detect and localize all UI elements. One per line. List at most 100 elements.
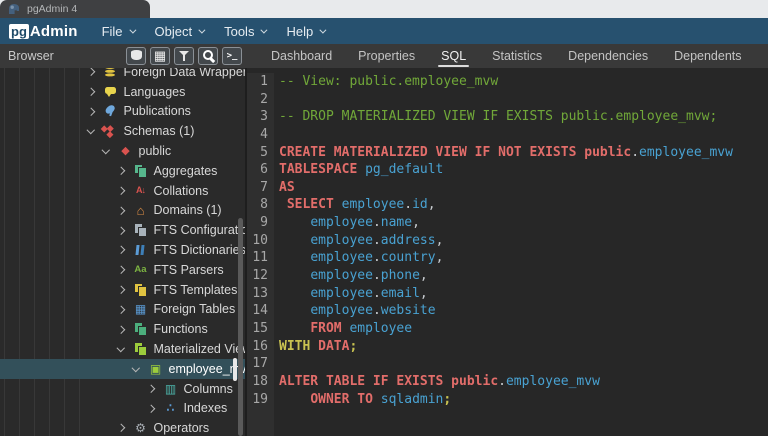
functions-icon <box>133 322 149 336</box>
chevron-right-icon[interactable] <box>117 266 125 274</box>
sql-editor[interactable]: 12345678910111213141516171819 -- View: p… <box>245 68 768 436</box>
filter-button[interactable] <box>174 47 194 65</box>
line-number: 18 <box>247 373 268 391</box>
tree-item-indexes[interactable]: Indexes <box>0 399 245 419</box>
tree-item-schemas-1[interactable]: Schemas (1) <box>0 121 245 141</box>
code-line: employee.country, <box>279 249 768 267</box>
chevron-right-icon[interactable] <box>117 167 125 175</box>
code-line: CREATE MATERIALIZED VIEW IF NOT EXISTS p… <box>279 144 768 162</box>
tree-item-operators[interactable]: Operators <box>0 418 245 436</box>
tree-item-label: public <box>139 144 172 158</box>
filter-icon <box>179 51 190 62</box>
line-number: 10 <box>247 232 268 250</box>
chevron-right-icon[interactable] <box>147 385 155 393</box>
tree-item-fts-templates[interactable]: FTS Templates <box>0 280 245 300</box>
browser-panel-header: Browser >_ <box>0 44 245 68</box>
code-line: TABLESPACE pg_default <box>279 161 768 179</box>
chevron-right-icon[interactable] <box>87 88 95 96</box>
tab-statistics[interactable]: Statistics <box>479 44 555 68</box>
tree-item-label: Functions <box>154 322 208 336</box>
materialized-views-icon <box>133 342 149 356</box>
tree-item-functions[interactable]: Functions <box>0 319 245 339</box>
window-title: pgAdmin 4 <box>27 3 77 15</box>
line-number: 12 <box>247 267 268 285</box>
tree-item-fts-configurations[interactable]: FTS Configurations <box>0 220 245 240</box>
chevron-right-icon[interactable] <box>87 68 95 76</box>
tree-item-fts-parsers[interactable]: FTS Parsers <box>0 260 245 280</box>
code-line: employee.address, <box>279 232 768 250</box>
pgadmin-elephant-icon <box>7 3 21 15</box>
tree-item-collations[interactable]: Collations <box>0 181 245 201</box>
tree-item-foreign-data-wrappers[interactable]: Foreign Data Wrappers <box>0 68 245 82</box>
tree-item-employee-mvw[interactable]: employee_mvw <box>0 359 245 379</box>
tree-item-public[interactable]: public <box>0 141 245 161</box>
tab-properties[interactable]: Properties <box>345 44 428 68</box>
main-tabbar: Dashboard Properties SQL Statistics Depe… <box>245 44 768 68</box>
tree-item-columns[interactable]: Columns <box>0 379 245 399</box>
aggregates-icon <box>133 164 149 178</box>
tab-dependencies[interactable]: Dependencies <box>555 44 661 68</box>
sql-code[interactable]: -- View: public.employee_mvw-- DROP MATE… <box>274 73 768 436</box>
fts-templates-icon <box>133 283 149 297</box>
main-content: Foreign Data Wrappers Languages Publicatio… <box>0 68 768 436</box>
chevron-down-icon[interactable] <box>87 126 95 134</box>
menu-help[interactable]: Help <box>286 24 324 39</box>
chevron-right-icon[interactable] <box>117 246 125 254</box>
tree-item-label: Collations <box>154 184 209 198</box>
app-window-tab[interactable]: pgAdmin 4 <box>0 0 150 18</box>
tree-item-publications[interactable]: Publications <box>0 102 245 122</box>
chevron-right-icon[interactable] <box>117 306 125 314</box>
menu-file[interactable]: File <box>102 24 134 39</box>
line-number: 16 <box>247 338 268 356</box>
tree-item-materialized-views-1[interactable]: Materialized Views (1) <box>0 339 245 359</box>
chevron-right-icon[interactable] <box>117 286 125 294</box>
line-number: 19 <box>247 391 268 409</box>
chevron-right-icon[interactable] <box>117 187 125 195</box>
tree-item-label: FTS Templates <box>154 283 238 297</box>
collations-icon <box>133 184 149 198</box>
chevron-right-icon[interactable] <box>117 325 125 333</box>
line-number: 11 <box>247 249 268 267</box>
columns-icon <box>163 382 179 396</box>
tree-item-domains-1[interactable]: Domains (1) <box>0 201 245 221</box>
chevron-down-icon <box>198 26 205 33</box>
menu-object[interactable]: Object <box>155 24 204 39</box>
tab-dashboard[interactable]: Dashboard <box>258 44 345 68</box>
terminal-button[interactable]: >_ <box>222 47 242 65</box>
grid-button[interactable] <box>150 47 170 65</box>
line-number: 6 <box>247 161 268 179</box>
tree-item-languages[interactable]: Languages <box>0 82 245 102</box>
chevron-right-icon[interactable] <box>87 108 95 116</box>
line-number: 17 <box>247 355 268 373</box>
database-button[interactable] <box>126 47 146 65</box>
operators-icon <box>133 421 149 435</box>
tab-sql[interactable]: SQL <box>428 44 479 68</box>
tree-item-aggregates[interactable]: Aggregates <box>0 161 245 181</box>
tree-item-foreign-tables[interactable]: Foreign Tables <box>0 300 245 320</box>
chevron-right-icon[interactable] <box>147 405 155 413</box>
chevron-down-icon[interactable] <box>117 344 125 352</box>
chevron-right-icon[interactable] <box>117 207 125 215</box>
tree-item-label: Languages <box>124 85 186 99</box>
chevron-right-icon[interactable] <box>117 424 125 432</box>
code-line: employee.phone, <box>279 267 768 285</box>
tree-item-label: FTS Configurations <box>154 223 246 237</box>
browser-toolbar: >_ <box>126 47 242 65</box>
chevron-right-icon[interactable] <box>117 226 125 234</box>
chevron-down-icon[interactable] <box>132 363 140 371</box>
tree-item-label: Materialized Views (1) <box>154 342 246 356</box>
tab-schema-diff[interactable]: Schema Diff <box>755 44 768 68</box>
code-line: ALTER TABLE IF EXISTS public.employee_mv… <box>279 373 768 391</box>
menu-tools[interactable]: Tools <box>224 24 265 39</box>
database-icon <box>131 50 142 62</box>
code-line <box>279 91 768 109</box>
tree-item-fts-dictionaries[interactable]: FTS Dictionaries <box>0 240 245 260</box>
tree-item-label: Operators <box>154 421 210 435</box>
tree-scrollbar[interactable] <box>238 218 243 436</box>
chevron-down-icon[interactable] <box>102 146 110 154</box>
line-number: 3 <box>247 108 268 126</box>
tree-item-label: Foreign Data Wrappers <box>124 68 246 79</box>
search-button[interactable] <box>198 47 218 65</box>
tree-scrollbar-thumb[interactable] <box>233 358 237 381</box>
tab-dependents[interactable]: Dependents <box>661 44 754 68</box>
